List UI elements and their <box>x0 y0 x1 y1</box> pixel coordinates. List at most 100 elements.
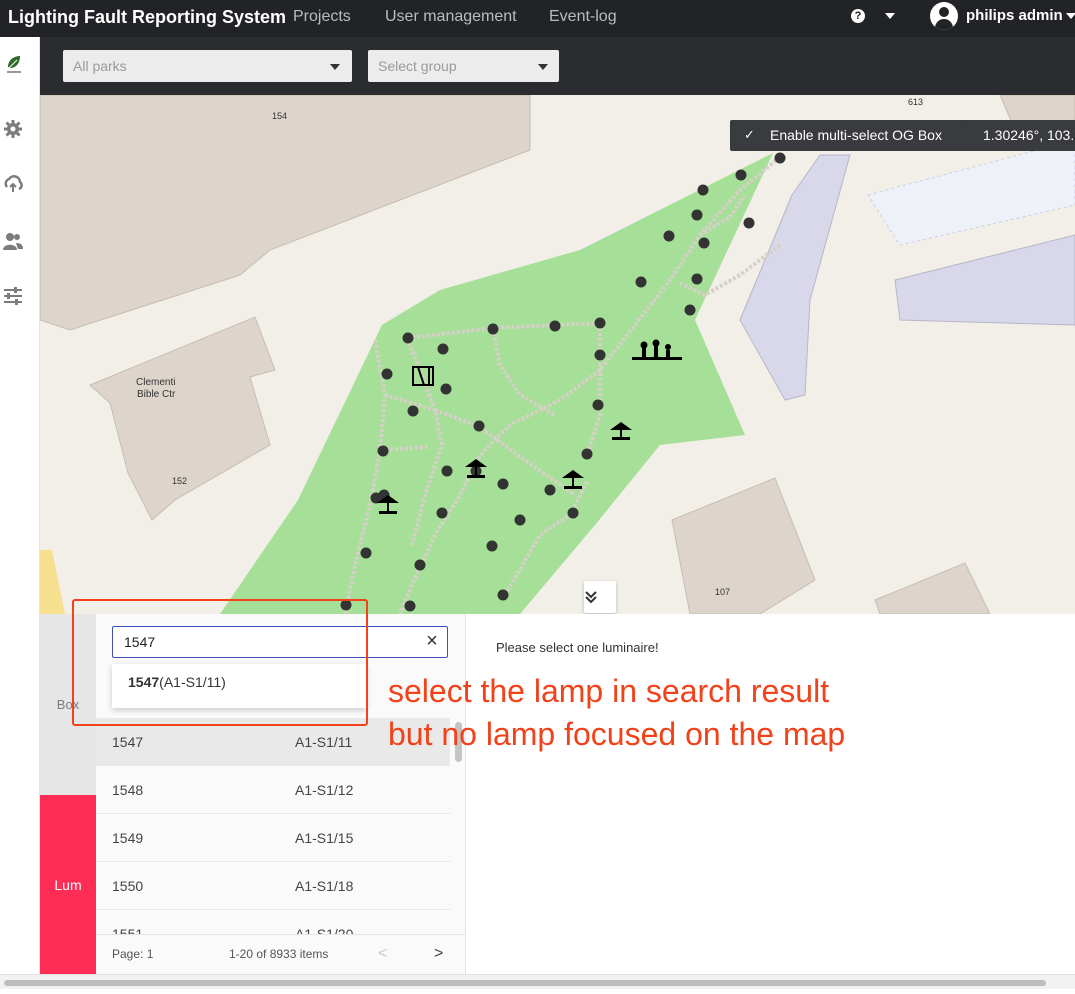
label-clementi-line1: Clementi <box>136 377 175 388</box>
hdb-outline <box>867 139 1075 246</box>
row-id: 1549 <box>112 830 144 846</box>
lamp-marker <box>594 349 606 361</box>
lamp-marker <box>514 514 526 526</box>
table-row[interactable]: 1548 A1-S1/12 <box>96 766 450 814</box>
hdb-block-right <box>894 234 1075 326</box>
row-name: A1-S1/12 <box>295 782 354 798</box>
map-view[interactable]: 154 613 152 107 Clementi Bible Ctr ✓ Ena… <box>40 95 1075 614</box>
lamp-marker <box>381 368 393 380</box>
lamp-marker <box>592 399 604 411</box>
nav-user-management[interactable]: User management <box>385 8 517 26</box>
annotation-highlight-box <box>72 599 368 726</box>
row-id: 1550 <box>112 878 144 894</box>
lamp-marker <box>441 465 453 477</box>
user-avatar-icon[interactable] <box>930 2 958 30</box>
lamp-marker <box>594 317 606 329</box>
detail-message: Please select one luminaire! <box>496 640 659 655</box>
building-bottom-right <box>874 562 991 614</box>
lamp-marker <box>544 484 556 496</box>
scroll-thumb[interactable] <box>4 980 1046 986</box>
map-coordinates: 1.30246°, 103.7 <box>964 120 1075 151</box>
nav-projects[interactable]: Projects <box>293 8 351 26</box>
chevron-down-icon <box>330 64 340 70</box>
page-number: Page: 1 <box>112 947 154 961</box>
row-id: 1551 <box>112 926 144 934</box>
lamp-marker <box>735 169 747 181</box>
lamp-marker <box>402 332 414 344</box>
group-select[interactable]: Select group <box>368 50 559 82</box>
top-navbar: Lighting Fault Reporting System Projects… <box>0 0 1075 37</box>
logo-icon[interactable] <box>3 53 25 75</box>
row-id: 1548 <box>112 782 144 798</box>
users-icon[interactable] <box>2 230 24 252</box>
label-613: 613 <box>908 97 923 107</box>
lamp-marker <box>497 478 509 490</box>
lamp-marker <box>407 405 419 417</box>
lamp-marker <box>684 304 696 316</box>
lamp-marker <box>581 448 593 460</box>
label-107: 107 <box>715 587 730 597</box>
prev-page-icon[interactable]: < <box>378 935 387 973</box>
lamp-marker <box>691 273 703 285</box>
table-row[interactable]: 1551 A1-S1/20 <box>96 910 450 934</box>
lamp-marker <box>414 559 426 571</box>
row-name: A1-S1/15 <box>295 830 354 846</box>
lamp-marker <box>440 383 452 395</box>
table-row[interactable]: 1550 A1-S1/18 <box>96 862 450 910</box>
lamp-marker <box>360 547 372 559</box>
park-select-value: All parks <box>73 58 127 74</box>
building-152 <box>89 316 276 521</box>
chevron-double-down-icon[interactable] <box>584 581 616 613</box>
park-select[interactable]: All parks <box>63 50 352 82</box>
cloud-sync-icon[interactable] <box>2 173 24 195</box>
label-154: 154 <box>272 111 287 121</box>
label-clementi-line2: Bible Ctr <box>137 389 176 400</box>
building-107 <box>671 477 816 614</box>
sliders-icon[interactable] <box>2 285 24 307</box>
lamp-marker <box>567 507 579 519</box>
checkbox-checked-icon[interactable]: ✓ <box>744 128 756 142</box>
lamp-marker <box>473 420 485 432</box>
horizontal-scrollbar[interactable] <box>0 974 1075 989</box>
lamp-marker <box>377 445 389 457</box>
user-dropdown-chevron-icon[interactable] <box>1066 13 1075 19</box>
items-count: 1-20 of 8933 items <box>229 947 329 961</box>
label-152: 152 <box>172 476 187 486</box>
lamp-marker <box>436 507 448 519</box>
tab-lum[interactable]: Lum <box>40 795 96 974</box>
settings-gear-icon[interactable] <box>2 118 24 140</box>
multi-select-og-box-toggle[interactable]: ✓ Enable multi-select OG Box <box>730 120 986 151</box>
row-name: A1-S1/18 <box>295 878 354 894</box>
lamp-marker <box>549 320 561 332</box>
lamp-marker <box>697 184 709 196</box>
lamp-marker <box>691 209 703 221</box>
annotation-text-line2: but no lamp focused on the map <box>388 716 846 752</box>
og-toggle-label: Enable multi-select OG Box <box>770 127 942 143</box>
lamp-marker <box>487 323 499 335</box>
lamp-marker <box>497 589 509 601</box>
lamp-marker <box>486 540 498 552</box>
next-page-icon[interactable]: > <box>434 935 443 973</box>
close-icon[interactable]: × <box>422 631 442 651</box>
user-name[interactable]: philips admin <box>966 7 1063 24</box>
nav-event-log[interactable]: Event-log <box>549 8 617 26</box>
help-icon[interactable]: ? <box>851 9 865 23</box>
chevron-down-icon <box>538 64 548 70</box>
lamp-marker <box>437 343 449 355</box>
table-row[interactable]: 1549 A1-S1/15 <box>96 814 450 862</box>
filter-bar: All parks Select group <box>40 37 1075 95</box>
row-name: A1-S1/20 <box>295 926 354 934</box>
annotation-text-line1: select the lamp in search result <box>388 673 830 709</box>
lamp-marker <box>698 237 710 249</box>
app-title[interactable]: Lighting Fault Reporting System <box>8 7 286 28</box>
lamp-marker <box>635 276 647 288</box>
help-dropdown-chevron-icon[interactable] <box>885 13 895 19</box>
lamp-marker <box>663 230 675 242</box>
lamp-marker <box>404 600 416 612</box>
left-sidebar: » <box>0 37 40 993</box>
group-select-value: Select group <box>378 58 457 74</box>
road-left <box>40 550 65 614</box>
hdb-block-left <box>739 154 851 401</box>
lamp-marker <box>743 217 755 229</box>
map-canvas[interactable]: 154 613 152 107 Clementi Bible Ctr <box>40 95 1075 614</box>
